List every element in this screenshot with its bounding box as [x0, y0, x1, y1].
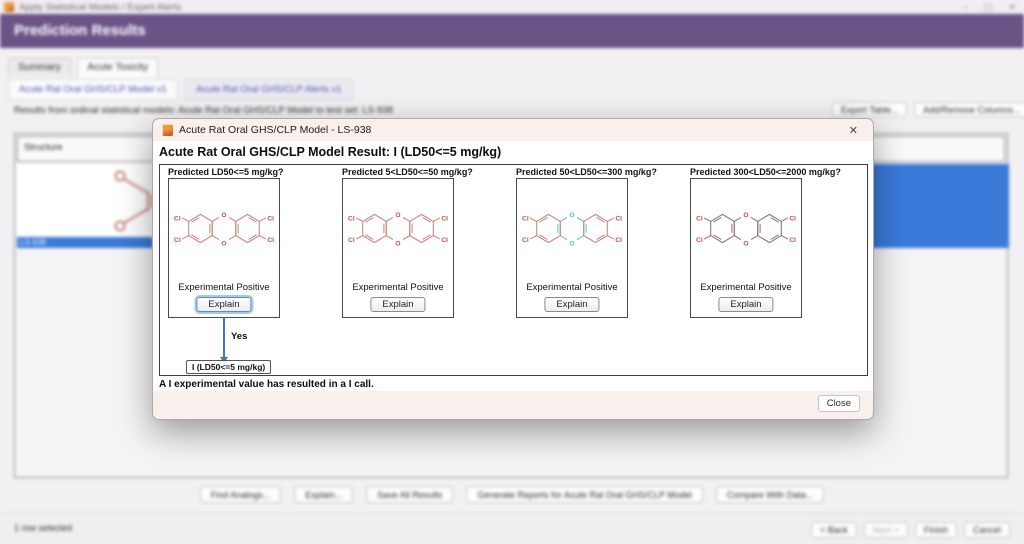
finish-button[interactable]: Finish [915, 522, 957, 538]
svg-text:O: O [221, 240, 226, 247]
svg-text:Cl: Cl [522, 237, 529, 244]
window-title: Apply Statistical Models / Expert Alerts [19, 2, 181, 13]
maximize-button[interactable]: ▢ [984, 2, 993, 13]
compare-with-data-button[interactable]: Compare With Data... [716, 486, 825, 503]
svg-text:O: O [221, 212, 226, 219]
panel-box: Cl Cl Cl Cl O O Experimental Positive Explain [690, 178, 802, 318]
tab-acute-toxicity[interactable]: Acute Toxicity [77, 58, 158, 78]
close-button[interactable]: Close [818, 395, 860, 412]
svg-text:O: O [569, 212, 574, 219]
selected-row-label: LS-938 [17, 237, 153, 248]
molecule-structure: Cl Cl Cl Cl O O [693, 194, 799, 263]
yes-arrow-line [223, 317, 225, 357]
experimental-result-label: Experimental Positive [343, 282, 453, 293]
explain-button[interactable]: Explain [544, 297, 599, 312]
prediction-panel-3: Predicted 50<LD50<=300 mg/kg? Cl Cl Cl Cl O O… [516, 167, 686, 318]
svg-text:Cl: Cl [174, 237, 181, 244]
window-close-button[interactable]: ✕ [1008, 2, 1016, 13]
cancel-button[interactable]: Cancel [964, 522, 1010, 538]
explain-button[interactable]: Explain [196, 297, 251, 312]
svg-text:O: O [395, 212, 400, 219]
window-titlebar: Apply Statistical Models / Expert Alerts… [0, 0, 1024, 14]
dialog-titlebar: Acute Rat Oral GHS/CLP Model - LS-938 ✕ [153, 119, 873, 141]
subtab-ghs-clp-model[interactable]: Acute Rat Oral GHS/CLP Model v1 [8, 79, 178, 100]
results-caption: Results from ordinal statistical models:… [14, 105, 393, 116]
svg-text:Cl: Cl [789, 215, 796, 222]
page-title: Prediction Results [14, 22, 146, 39]
add-remove-columns-button[interactable]: Add/Remove Columns... [914, 102, 1024, 117]
svg-text:Cl: Cl [696, 215, 703, 222]
arrow-label-yes: Yes [231, 331, 247, 342]
minimize-button[interactable]: – [963, 2, 968, 12]
prediction-panel-4: Predicted 300<LD50<=2000 mg/kg? ClClClCl… [690, 167, 860, 318]
svg-text:Cl: Cl [348, 237, 355, 244]
svg-text:Cl: Cl [696, 237, 703, 244]
molecule-structure: Cl Cl Cl Cl O O [345, 194, 451, 263]
molecule-structure: Cl Cl Cl Cl O O [171, 194, 277, 263]
dialog-heading: Acute Rat Oral GHS/CLP Model Result: I (… [159, 145, 501, 159]
panel-question: Predicted LD50<=5 mg/kg? [168, 167, 338, 177]
subtab-strip: Acute Rat Oral GHS/CLP Model v1 Acute Ra… [8, 79, 356, 100]
panel-question: Predicted 50<LD50<=300 mg/kg? [516, 167, 686, 177]
tab-strip: Summary Acute Toxicity [8, 57, 160, 75]
dialog-close-icon[interactable]: ✕ [846, 123, 861, 138]
experimental-result-label: Experimental Positive [169, 282, 279, 293]
panel-box: Cl Cl Cl Cl O O Experimental Positive Explain [516, 178, 628, 318]
svg-text:Cl: Cl [441, 215, 448, 222]
explain-button[interactable]: Explain... [294, 486, 353, 503]
explain-button[interactable]: Explain [718, 297, 773, 312]
panel-question: Predicted 5<LD50<=50 mg/kg? [342, 167, 512, 177]
generate-reports-button[interactable]: Generate Reports for Acute Rat Oral GHS/… [466, 486, 702, 503]
prediction-panel-1: Predicted LD50<=5 mg/kg? Cl Cl Cl Cl O O Expe… [168, 167, 338, 318]
structure-fragment [112, 167, 156, 237]
svg-text:Cl: Cl [441, 237, 448, 244]
explain-button[interactable]: Explain [370, 297, 425, 312]
back-button[interactable]: < Back [811, 522, 857, 538]
svg-text:Cl: Cl [174, 215, 181, 222]
dialog-summary-text: A I experimental value has resulted in a… [159, 379, 374, 390]
page-header: Prediction Results [0, 14, 1024, 48]
selection-status-text: 1 row selected [14, 523, 72, 533]
app-icon [4, 2, 14, 12]
prediction-panel-2: Predicted 5<LD50<=50 mg/kg? Cl Cl Cl Cl O O E… [342, 167, 512, 318]
panel-box: Cl Cl Cl Cl O O Experimental Positive Explain [168, 178, 280, 318]
svg-text:Cl: Cl [267, 215, 274, 222]
panel-box: Cl Cl Cl Cl O O Experimental Positive Explain [342, 178, 454, 318]
dialog-body: Acute Rat Oral GHS/CLP Model Result: I (… [153, 141, 873, 391]
dialog-title: Acute Rat Oral GHS/CLP Model - LS-938 [179, 124, 371, 136]
status-bar: 1 row selected < Back Next > Finish Canc… [0, 513, 1024, 544]
tab-summary[interactable]: Summary [8, 58, 71, 76]
svg-text:Cl: Cl [615, 215, 622, 222]
export-table-button[interactable]: Export Table... [832, 102, 907, 117]
svg-text:Cl: Cl [267, 237, 274, 244]
screen: Apply Statistical Models / Expert Alerts… [0, 0, 1024, 544]
panel-question: Predicted 300<LD50<=2000 mg/kg? [690, 167, 860, 177]
svg-text:Cl: Cl [789, 237, 796, 244]
dialog-icon [162, 124, 173, 136]
subtab-ghs-clp-alerts[interactable]: Acute Rat Oral GHS/CLP Alerts v1 [185, 79, 353, 100]
call-result-box: I (LD50<=5 mg/kg) [186, 360, 271, 374]
svg-text:Cl: Cl [522, 215, 529, 222]
svg-text:Cl: Cl [348, 215, 355, 222]
save-all-results-button[interactable]: Save All Results [366, 486, 453, 503]
svg-text:O: O [743, 212, 748, 219]
svg-text:O: O [743, 240, 748, 247]
find-analogs-button[interactable]: Find Analogs... [200, 486, 282, 503]
svg-text:O: O [569, 240, 574, 247]
action-button-row: Find Analogs... Explain... Save All Resu… [0, 486, 1024, 503]
experimental-result-label: Experimental Positive [517, 282, 627, 293]
decision-tree: Predicted LD50<=5 mg/kg? Cl Cl Cl Cl O O Expe… [159, 164, 868, 376]
molecule-structure: Cl Cl Cl Cl O O [519, 194, 625, 263]
svg-text:O: O [395, 240, 400, 247]
next-button[interactable]: Next > [864, 522, 908, 538]
svg-text:Cl: Cl [615, 237, 622, 244]
model-result-dialog: Acute Rat Oral GHS/CLP Model - LS-938 ✕ … [152, 118, 874, 420]
experimental-result-label: Experimental Positive [691, 282, 801, 293]
